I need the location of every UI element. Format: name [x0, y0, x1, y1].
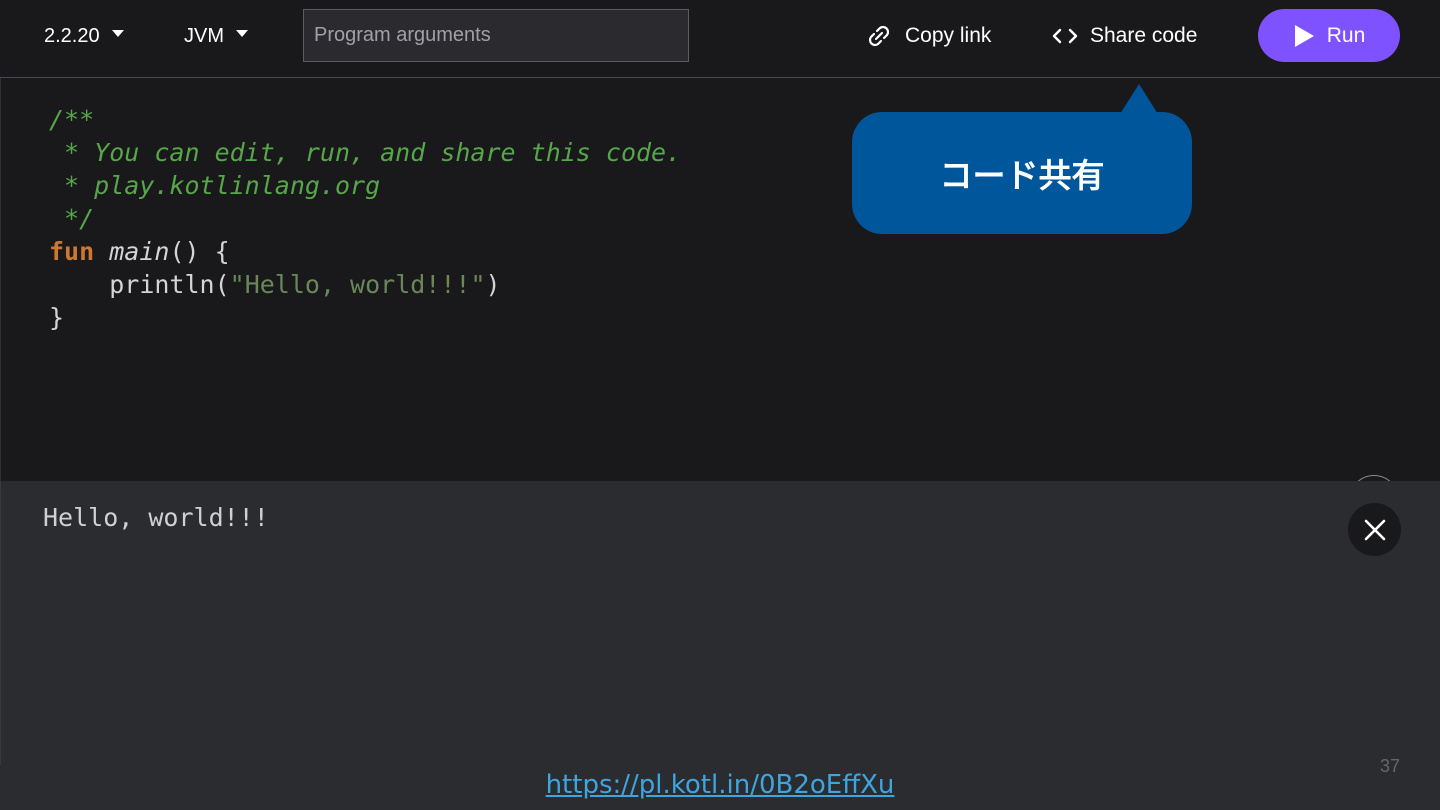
call-token: println(	[109, 270, 230, 299]
code-brackets-icon	[1052, 28, 1078, 44]
close-icon	[1364, 519, 1385, 540]
run-button[interactable]: Run	[1258, 9, 1400, 62]
code-line: * play.kotlinlang.org	[49, 171, 381, 200]
code-line: }	[49, 303, 65, 332]
link-icon	[868, 25, 890, 47]
target-label: JVM	[184, 24, 224, 47]
code-token: () {	[169, 237, 230, 266]
toolbar: 2.2.20 JVM Copy link Share code Ru	[0, 0, 1440, 78]
function-name-token: main	[109, 237, 170, 266]
run-label: Run	[1326, 23, 1366, 47]
version-label: 2.2.20	[44, 24, 100, 47]
code-line: /**	[49, 105, 95, 134]
output-text: Hello, world!!!	[43, 503, 269, 532]
code-content[interactable]: /** * You can edit, run, and share this …	[49, 103, 681, 334]
share-code-label: Share code	[1090, 24, 1198, 47]
code-line: fun main() {	[49, 235, 681, 268]
target-dropdown[interactable]: JVM	[184, 22, 248, 50]
close-output-button[interactable]	[1348, 503, 1401, 556]
share-code-callout: コード共有	[852, 112, 1192, 234]
string-token: "Hello, world!!!"	[229, 270, 486, 299]
callout-pointer	[1120, 84, 1158, 114]
code-editor[interactable]: /** * You can edit, run, and share this …	[0, 78, 1440, 525]
output-panel: Hello, world!!!	[0, 481, 1440, 765]
code-line: println("Hello, world!!!")	[49, 268, 681, 301]
copy-link-button[interactable]: Copy link	[865, 18, 991, 54]
caret-down-icon	[236, 29, 248, 37]
callout-text: コード共有	[939, 157, 1105, 194]
program-arguments-input[interactable]	[303, 9, 689, 62]
share-url-link[interactable]: https://pl.kotl.in/0B2oEffXu	[0, 770, 1440, 800]
code-line: */	[49, 204, 95, 233]
keyword-token: fun	[49, 237, 95, 266]
copy-link-label: Copy link	[905, 24, 992, 47]
play-icon	[1294, 24, 1314, 47]
version-dropdown[interactable]: 2.2.20	[44, 22, 124, 50]
caret-down-icon	[111, 29, 124, 37]
share-code-button[interactable]: Share code	[1052, 18, 1197, 54]
indent-token	[49, 270, 109, 299]
code-line: * You can edit, run, and share this code…	[49, 138, 682, 167]
code-token: )	[485, 270, 501, 299]
